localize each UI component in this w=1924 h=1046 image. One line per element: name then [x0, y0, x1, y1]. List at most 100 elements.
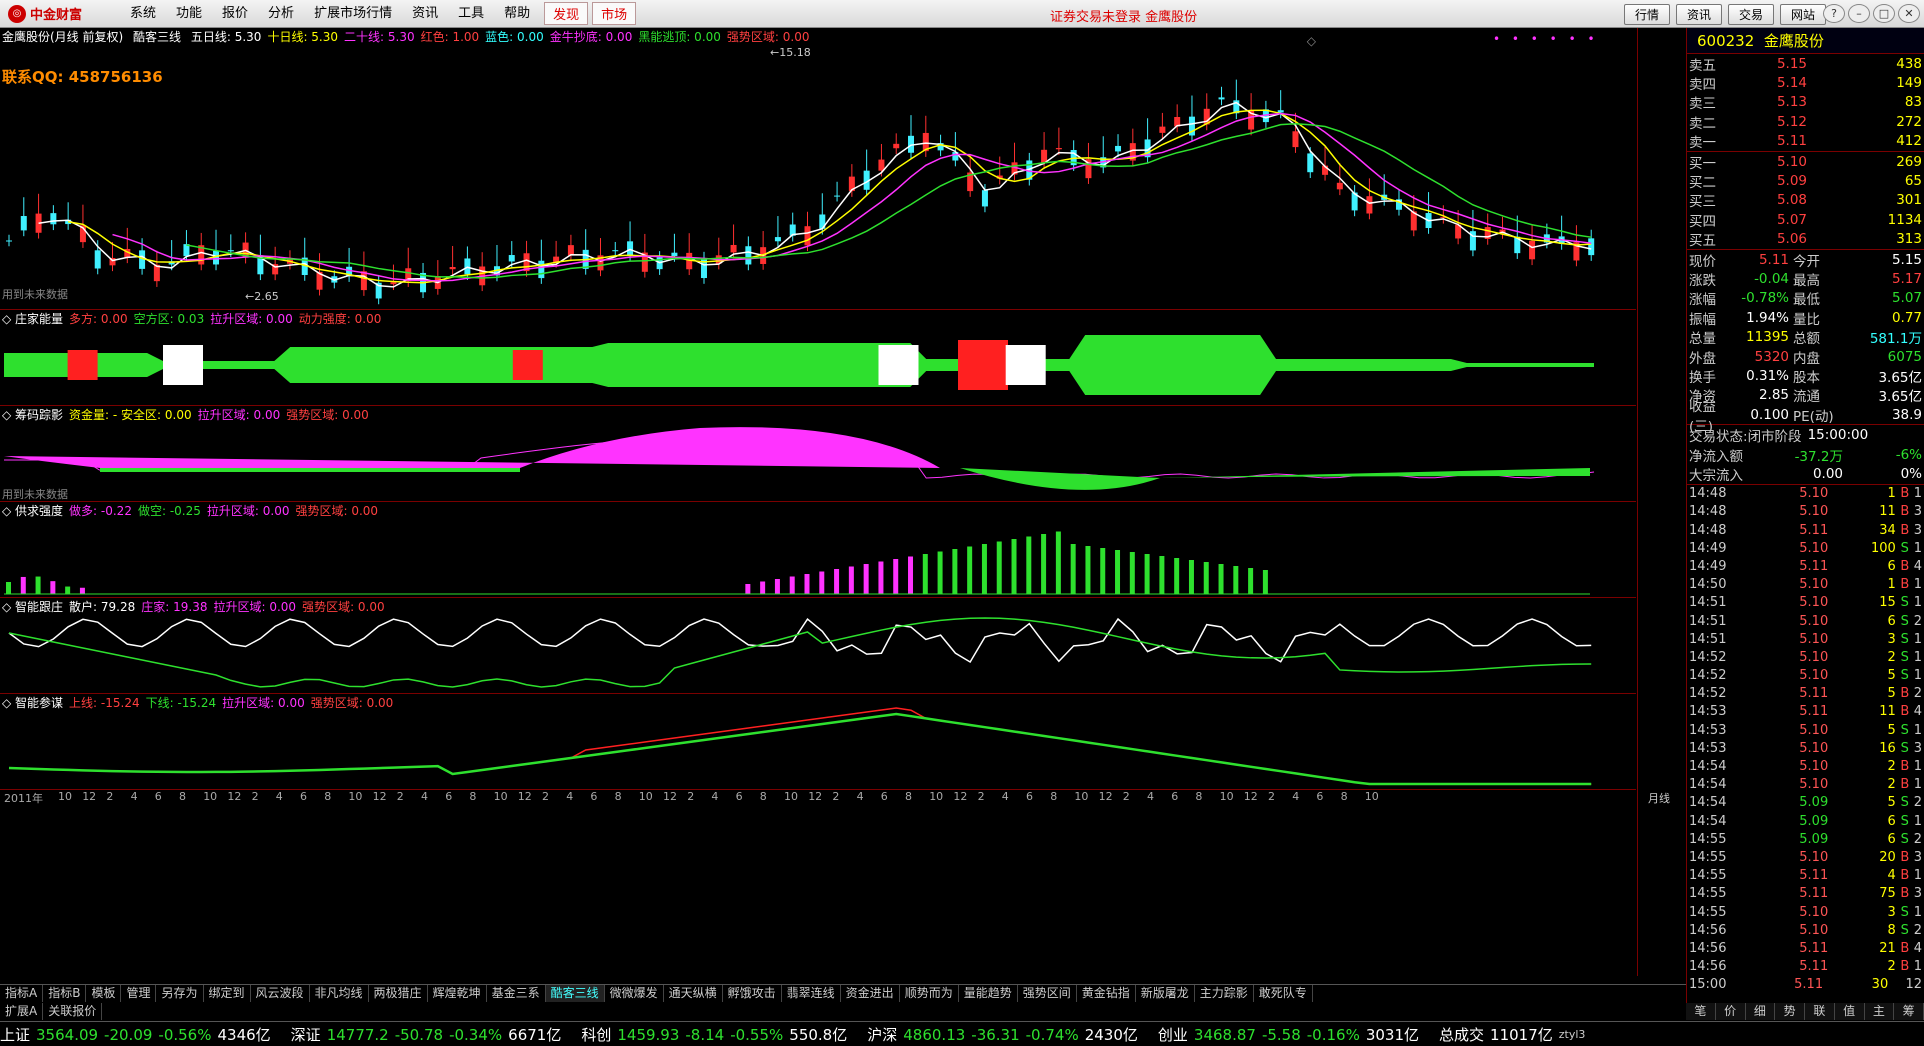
stock-name: 金鹰股份 — [1763, 32, 1824, 50]
indicator-tab[interactable]: 两极猎庄 — [369, 985, 428, 1002]
status-bar: 上证 3564.09 -20.09 -0.56% 4346亿 深证 14777.2 -50.7… — [0, 1021, 1924, 1046]
tick-row: 14:55 5.09 6 S 2 — [1687, 830, 1924, 848]
right-tab[interactable]: 值 — [1835, 1003, 1865, 1020]
top-button-2[interactable]: 交易 — [1727, 4, 1774, 25]
pane-name[interactable]: ◇ 智能跟庄 — [2, 600, 63, 614]
indicator-tab[interactable]: 通天纵横 — [664, 985, 723, 1002]
pane-chouma[interactable]: ◇ 筹码踪影 资金量: - 安全区: 0.00 拉升区域: 0.00 强势区域: 0.… — [0, 406, 1636, 502]
indicator-tab[interactable]: 主力踪影 — [1195, 985, 1254, 1002]
indicator-tab[interactable]: 微微爆发 — [605, 985, 664, 1002]
indicator-tab[interactable]: 辉煌乾坤 — [428, 985, 487, 1002]
x-tick: 8 — [1050, 790, 1058, 803]
right-buttons: 行情 资讯 交易 网站 — [1623, 4, 1826, 25]
tick-time: 14:55 — [1689, 831, 1727, 847]
tick-price: 5.11 — [1799, 868, 1829, 884]
indicator-tab[interactable]: 基金三系 — [487, 985, 546, 1002]
menu-item-6[interactable]: 工具 — [448, 2, 494, 25]
right-tab[interactable]: 笔 — [1686, 1003, 1716, 1020]
indicator-tab[interactable]: 另存为 — [156, 985, 204, 1002]
tick-volume: 2 — [1887, 759, 1896, 774]
index-pct: -0.55% — [730, 1025, 784, 1044]
stat-row: 现价 5.11 今开 5.15 — [1687, 250, 1924, 270]
tick-side: S — [1900, 540, 1909, 556]
right-tab[interactable]: 主 — [1865, 1003, 1895, 1020]
indicator-tab[interactable]: 顺势而为 — [900, 985, 959, 1002]
index-item[interactable]: 科创 1459.93 -8.14 -0.55% 550.8亿 — [581, 1024, 853, 1045]
pane-value: 做多: -0.22 — [69, 504, 132, 518]
top-button-3[interactable]: 网站 — [1779, 4, 1826, 25]
indicator-tab[interactable]: 风云波段 — [251, 985, 310, 1002]
indicator-tab[interactable]: 指标B — [43, 985, 87, 1002]
minimize-icon[interactable]: – — [1848, 4, 1870, 23]
menu-item-4[interactable]: 扩展市场行情 — [304, 2, 402, 25]
menu-item-3[interactable]: 分析 — [258, 2, 304, 25]
maximize-icon[interactable]: □ — [1873, 4, 1895, 23]
pane-genzhuang[interactable]: ◇ 智能跟庄 散户: 79.28 庄家: 19.38 拉升区域: 0.00 强势区域: … — [0, 598, 1636, 694]
right-tab[interactable]: 细 — [1746, 1003, 1776, 1020]
tick-side: B — [1900, 886, 1910, 902]
indicator-tab[interactable]: 酷客三线 — [545, 985, 605, 1002]
stat-value: 0.77 — [1891, 309, 1922, 326]
indicator-tab[interactable]: 模板 — [86, 985, 122, 1002]
tick-row: 14:56 5.11 2 B 1 — [1687, 957, 1924, 975]
tick-time: 14:55 — [1689, 868, 1727, 884]
tick-time: 14:48 — [1689, 522, 1727, 538]
menu-item-1[interactable]: 功能 — [166, 2, 212, 25]
help-icon[interactable]: ? — [1823, 4, 1845, 23]
indicator-tab[interactable]: 非凡均线 — [310, 985, 369, 1002]
indicator-tab[interactable]: 新版屠龙 — [1136, 985, 1195, 1002]
x-tick: 2 — [687, 790, 695, 803]
indicator-tab[interactable]: 指标A — [0, 985, 44, 1002]
index-item[interactable]: 沪深 4860.13 -36.31 -0.74% 2430亿 — [867, 1024, 1144, 1045]
indicator-tab[interactable]: 管理 — [121, 985, 157, 1002]
tick-time: 14:54 — [1689, 813, 1727, 829]
pane-zhuangjia[interactable]: ◇ 庄家能量 多方: 0.00 空方区: 0.03 拉升区域: 0.00 动力强度: 0… — [0, 310, 1636, 406]
right-tab[interactable]: 价 — [1716, 1003, 1746, 1020]
pane-name[interactable]: ◇ 智能参谋 — [2, 696, 63, 710]
menu-item-2[interactable]: 报价 — [212, 2, 258, 25]
candle — [1588, 229, 1595, 261]
top-button-1[interactable]: 资讯 — [1675, 4, 1722, 25]
indicator-tab[interactable]: 黄金钻指 — [1077, 985, 1136, 1002]
tick-count: 1 — [1913, 777, 1922, 793]
chart-area[interactable]: 金鹰股份(月线 前复权) 酷客三线 五日线: 5.30 十日线: 5.30 二十线:… — [0, 28, 1670, 976]
top-button-0[interactable]: 行情 — [1623, 4, 1670, 25]
menu-hot-1[interactable]: 市场 — [592, 2, 637, 25]
index-item[interactable]: 创业 3468.87 -5.58 -0.16% 3031亿 — [1158, 1024, 1425, 1045]
x-tick: 6 — [880, 790, 888, 803]
menu-item-7[interactable]: 帮助 — [494, 2, 540, 25]
main-pane[interactable]: 金鹰股份(月线 前复权) 酷客三线 五日线: 5.30 十日线: 5.30 二十线:… — [0, 28, 1636, 310]
right-tab[interactable]: 势 — [1775, 1003, 1805, 1020]
indicator-tab[interactable]: 敢死队专 — [1254, 985, 1313, 1002]
tick-price: 5.10 — [1799, 486, 1829, 502]
indicator-name[interactable]: 酷客三线 — [133, 30, 181, 44]
pane-canmou[interactable]: ◇ 智能参谋 上线: -15.24 下线: -15.24 拉升区域: 0.00 强势区域… — [0, 694, 1636, 790]
sub-tab[interactable]: 关联报价 — [43, 1003, 103, 1020]
menu-hot-0[interactable]: 发现 — [544, 2, 589, 25]
indicator-tab[interactable]: 强势区间 — [1018, 985, 1077, 1002]
indicator-tab[interactable]: 资金进出 — [841, 985, 900, 1002]
indicator-tab[interactable]: 翡翠连线 — [782, 985, 841, 1002]
close-icon[interactable]: ✕ — [1898, 4, 1920, 23]
candlestick-chart[interactable]: 14.0012.0010.008.006.004.00←15.18←2.65 — [0, 28, 1636, 310]
indicator-tab[interactable]: 量能趋势 — [959, 985, 1018, 1002]
menu-item-5[interactable]: 资讯 — [402, 2, 448, 25]
right-tab[interactable]: 联 — [1805, 1003, 1835, 1020]
tick-time: 14:51 — [1689, 631, 1727, 647]
pane-name[interactable]: ◇ 供求强度 — [2, 504, 63, 518]
indicator-tab[interactable]: 绑定到 — [204, 985, 251, 1002]
sub-tab[interactable]: 扩展A — [0, 1003, 44, 1020]
menu-item-0[interactable]: 系统 — [120, 2, 166, 25]
x-tick: 8 — [324, 790, 332, 803]
tick-count: 1 — [1913, 813, 1922, 829]
candle — [1055, 127, 1062, 156]
index-item[interactable]: 深证 14777.2 -50.78 -0.34% 6671亿 — [291, 1024, 568, 1045]
pane-gongqiu[interactable]: ◇ 供求强度 做多: -0.22 做空: -0.25 拉升区域: 0.00 强势区域: … — [0, 502, 1636, 598]
index-item[interactable]: 上证 3564.09 -20.09 -0.56% 4346亿 — [0, 1024, 277, 1045]
pane-name[interactable]: ◇ 筹码踪影 — [2, 408, 63, 422]
stat-value: 2.85 — [1758, 387, 1789, 404]
indicator-tab[interactable]: 孵饿攻击 — [723, 985, 782, 1002]
tick-count: 1 — [1913, 649, 1922, 665]
pane-name[interactable]: ◇ 庄家能量 — [2, 312, 63, 326]
right-tab[interactable]: 筹 — [1894, 1003, 1924, 1020]
